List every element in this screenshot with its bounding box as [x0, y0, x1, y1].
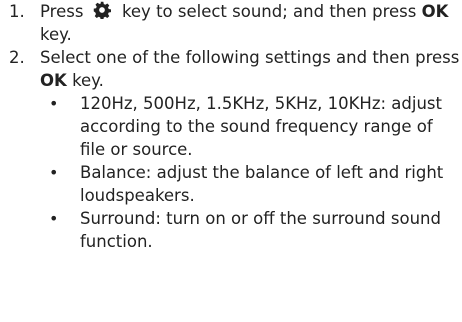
bullet: •	[49, 163, 59, 182]
step-1-text-before-icon: Press	[40, 2, 84, 21]
option-text: Surround: turn on or off the surround so…	[80, 209, 441, 251]
option-balance: • Balance: adjust the balance of left an…	[40, 161, 462, 207]
bullet: •	[49, 209, 59, 228]
step-2-text-before-key: Select one of the following settings and…	[40, 48, 460, 67]
step-1-text-end: key.	[40, 25, 72, 44]
step-1-number: 1.	[9, 2, 25, 21]
option-text: Balance: adjust the balance of left and …	[80, 163, 444, 205]
settings-options-list: • 120Hz, 500Hz, 1.5KHz, 5KHz, 10KHz: adj…	[40, 92, 462, 253]
step-2: 2. Select one of the following settings …	[0, 46, 462, 253]
step-2-text-end: key.	[72, 71, 104, 90]
step-2-ok-key: OK	[40, 71, 67, 90]
step-1-ok-key: OK	[421, 2, 449, 21]
step-2-number: 2.	[9, 48, 25, 67]
option-text: 120Hz, 500Hz, 1.5KHz, 5KHz, 10KHz: adjus…	[80, 94, 442, 159]
step-1-text-after-icon: key to select sound; and then press	[121, 2, 417, 21]
instruction-page: 1. Press key to select sound; and then p…	[0, 0, 462, 322]
bullet: •	[49, 94, 59, 113]
option-frequency-bands: • 120Hz, 500Hz, 1.5KHz, 5KHz, 10KHz: adj…	[40, 92, 462, 161]
gear-icon	[93, 1, 111, 19]
option-surround: • Surround: turn on or off the surround …	[40, 207, 462, 253]
step-1: 1. Press key to select sound; and then p…	[0, 0, 462, 46]
steps-list: 1. Press key to select sound; and then p…	[0, 0, 462, 253]
